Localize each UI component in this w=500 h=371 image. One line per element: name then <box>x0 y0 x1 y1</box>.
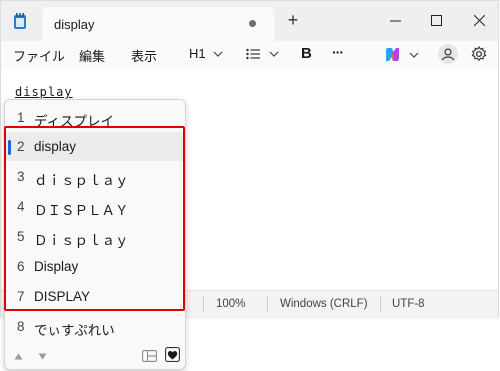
close-button[interactable] <box>466 8 492 32</box>
copilot-dropdown[interactable] <box>384 46 419 63</box>
bulleted-list-icon <box>246 48 260 60</box>
minimize-button[interactable] <box>382 8 408 32</box>
zoom-level[interactable]: 100% <box>216 298 245 310</box>
status-divider <box>267 296 268 312</box>
highlight-box <box>4 126 185 311</box>
chevron-down-icon <box>269 51 279 57</box>
person-icon <box>441 48 455 61</box>
bold-button[interactable]: B <box>301 45 312 62</box>
favorite-heart-icon[interactable] <box>165 347 180 362</box>
menu-edit[interactable]: 編集 <box>79 46 105 65</box>
status-divider <box>203 296 204 312</box>
maximize-button[interactable] <box>423 8 449 32</box>
notepad-app-icon <box>14 13 26 29</box>
menu-file[interactable]: ファイル <box>13 46 65 65</box>
copilot-icon <box>386 48 399 61</box>
tab-display[interactable]: display <box>42 7 274 41</box>
table-view-icon[interactable] <box>142 350 157 362</box>
candidate-number: 1 <box>17 110 25 125</box>
menu-toolbar: ファイル 編集 表示 H1 B ··· <box>1 41 498 69</box>
page-down-icon[interactable] <box>38 353 47 360</box>
page-up-icon[interactable] <box>14 353 23 360</box>
title-bar: display + <box>1 1 498 41</box>
chevron-down-icon <box>409 52 419 58</box>
account-button[interactable] <box>438 44 458 64</box>
candidate-item[interactable]: 8 でぃすぷれい <box>6 312 184 341</box>
new-tab-plus-icon[interactable]: + <box>284 11 302 29</box>
list-dropdown[interactable] <box>246 48 279 60</box>
unsaved-dot-icon[interactable] <box>249 20 256 27</box>
settings-gear-icon[interactable] <box>471 46 487 62</box>
candidate-number: 8 <box>17 319 25 334</box>
encoding[interactable]: UTF-8 <box>392 298 425 310</box>
heading-dropdown[interactable]: H1 <box>189 46 223 61</box>
chevron-down-icon <box>213 51 223 57</box>
maximize-icon <box>430 14 442 26</box>
candidate-text: でぃすぷれい <box>34 323 115 338</box>
heading-label: H1 <box>189 46 206 61</box>
status-divider <box>380 296 381 312</box>
minimize-icon <box>389 20 401 21</box>
editor-composition-text[interactable]: display <box>15 85 73 99</box>
close-icon <box>473 14 485 26</box>
tab-title: display <box>54 17 95 32</box>
more-options-button[interactable]: ··· <box>332 44 344 60</box>
menu-view[interactable]: 表示 <box>131 46 157 65</box>
line-ending[interactable]: Windows (CRLF) <box>280 298 368 310</box>
